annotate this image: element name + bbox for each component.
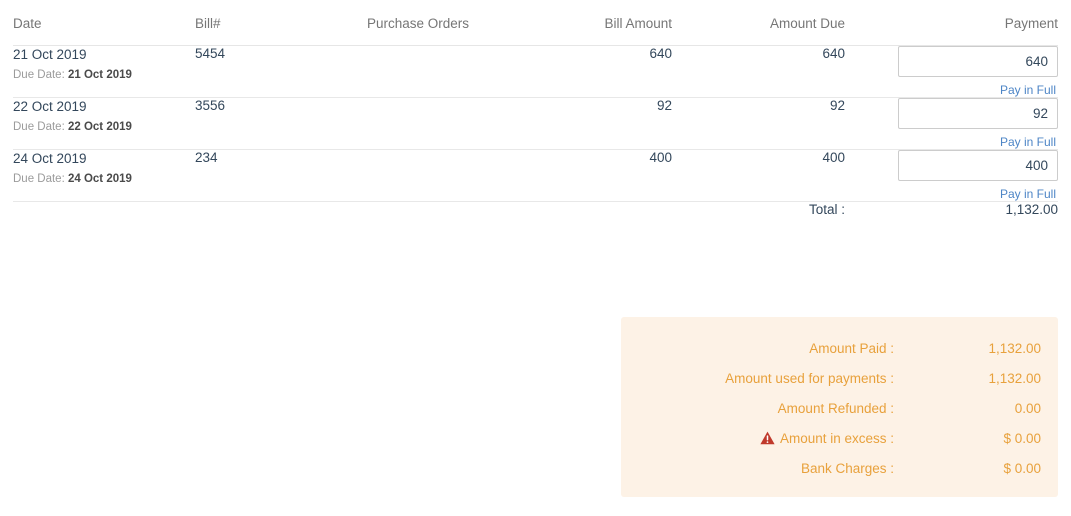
total-label: Total :: [808, 202, 845, 217]
cell-bill-number: 3556: [195, 97, 367, 150]
cell-bill-number: 5454: [195, 45, 367, 98]
summary-row-amount-used-for-payments: Amount used for payments : 1,132.00: [621, 363, 1058, 393]
summary-row-amount-paid: Amount Paid : 1,132.00: [621, 333, 1058, 363]
total-spacer: [195, 202, 367, 218]
due-date-value: 24 Oct 2019: [67, 173, 132, 185]
column-header-payment: Payment: [845, 16, 1058, 46]
pay-in-full-link[interactable]: Pay in Full: [845, 83, 1058, 97]
cell-date: 22 Oct 2019 Due Date: 22 Oct 2019: [13, 97, 195, 150]
table-header-row: Date Bill# Purchase Orders Bill Amount A…: [13, 16, 1058, 46]
total-spacer: [519, 202, 672, 218]
table-row: 21 Oct 2019 Due Date: 21 Oct 2019 5454 6…: [13, 45, 1058, 98]
payment-input[interactable]: [898, 150, 1058, 181]
summary-label-wrap: Amount used for payments :: [725, 371, 894, 386]
bill-due-date: Due Date: 24 Oct 2019: [13, 171, 195, 188]
bill-date: 21 Oct 2019: [13, 47, 87, 62]
summary-label: Amount used for payments :: [725, 370, 894, 386]
summary-label-wrap: Amount Paid :: [809, 341, 894, 356]
summary-label-wrap: Amount Refunded :: [778, 401, 894, 416]
summary-label-wrap: Bank Charges :: [801, 461, 894, 476]
payment-input[interactable]: [898, 46, 1058, 77]
summary-label: Amount Paid :: [809, 340, 894, 356]
cell-amount-due: 400: [672, 149, 845, 202]
payment-summary-panel: Amount Paid : 1,132.00 Amount used for p…: [621, 317, 1058, 497]
cell-bill-amount: 400: [519, 149, 672, 202]
pay-in-full-link[interactable]: Pay in Full: [845, 187, 1058, 201]
pay-in-full-link[interactable]: Pay in Full: [845, 135, 1058, 149]
table-row: 24 Oct 2019 Due Date: 24 Oct 2019 234 40…: [13, 149, 1058, 202]
cell-bill-amount: 640: [519, 45, 672, 98]
cell-purchase-orders: [367, 97, 519, 150]
summary-value: 0.00: [1014, 400, 1041, 416]
summary-label: Amount in excess :: [779, 430, 894, 446]
summary-row-amount-in-excess: Amount in excess : $ 0.00: [621, 423, 1058, 453]
cell-date: 21 Oct 2019 Due Date: 21 Oct 2019: [13, 45, 195, 98]
summary-label-wrap: Amount in excess :: [760, 431, 894, 446]
cell-amount-due: 640: [672, 45, 845, 98]
column-header-bill-number: Bill#: [195, 16, 367, 46]
table-row: 22 Oct 2019 Due Date: 22 Oct 2019 3556 9…: [13, 97, 1058, 150]
table-total-row: Total : 1,132.00: [13, 202, 1058, 218]
bill-due-date: Due Date: 21 Oct 2019: [13, 67, 195, 84]
summary-label: Bank Charges :: [800, 460, 894, 476]
payment-input[interactable]: [898, 98, 1058, 129]
summary-value: 1,132.00: [988, 340, 1041, 356]
column-header-amount-due: Amount Due: [672, 16, 845, 46]
due-date-label: Due Date:: [13, 69, 65, 81]
summary-row-amount-refunded: Amount Refunded : 0.00: [621, 393, 1058, 423]
summary-value: $ 0.00: [1003, 460, 1041, 476]
summary-value: 1,132.00: [988, 370, 1041, 386]
summary-row-bank-charges: Bank Charges : $ 0.00: [621, 453, 1058, 483]
payment-allocation-screen: Date Bill# Purchase Orders Bill Amount A…: [0, 0, 1071, 516]
due-date-value: 21 Oct 2019: [67, 69, 132, 81]
bill-date: 22 Oct 2019: [13, 99, 87, 114]
cell-purchase-orders: [367, 45, 519, 98]
warning-triangle-icon: [760, 431, 775, 445]
total-spacer: [367, 202, 519, 218]
due-date-label: Due Date:: [13, 173, 65, 185]
cell-date: 24 Oct 2019 Due Date: 24 Oct 2019: [13, 149, 195, 202]
table-body: 21 Oct 2019 Due Date: 21 Oct 2019 5454 6…: [13, 45, 1058, 218]
column-header-bill-amount: Bill Amount: [519, 16, 672, 46]
cell-bill-number: 234: [195, 149, 367, 202]
cell-purchase-orders: [367, 149, 519, 202]
cell-amount-due: 92: [672, 97, 845, 150]
bills-payment-table: Date Bill# Purchase Orders Bill Amount A…: [13, 16, 1058, 217]
cell-bill-amount: 92: [519, 97, 672, 150]
summary-value: $ 0.00: [1003, 430, 1041, 446]
cell-payment: Pay in Full: [845, 97, 1058, 150]
bill-due-date: Due Date: 22 Oct 2019: [13, 119, 195, 136]
cell-payment: Pay in Full: [845, 45, 1058, 98]
due-date-label: Due Date:: [13, 121, 65, 133]
table-header: Date Bill# Purchase Orders Bill Amount A…: [13, 16, 1058, 46]
column-header-purchase-orders: Purchase Orders: [367, 16, 519, 46]
total-value: 1,132.00: [1005, 202, 1058, 217]
due-date-value: 22 Oct 2019: [67, 121, 132, 133]
total-spacer: [13, 202, 195, 218]
cell-payment: Pay in Full: [845, 149, 1058, 202]
bill-date: 24 Oct 2019: [13, 151, 87, 166]
column-header-date: Date: [13, 16, 195, 46]
summary-label: Amount Refunded :: [777, 400, 894, 416]
